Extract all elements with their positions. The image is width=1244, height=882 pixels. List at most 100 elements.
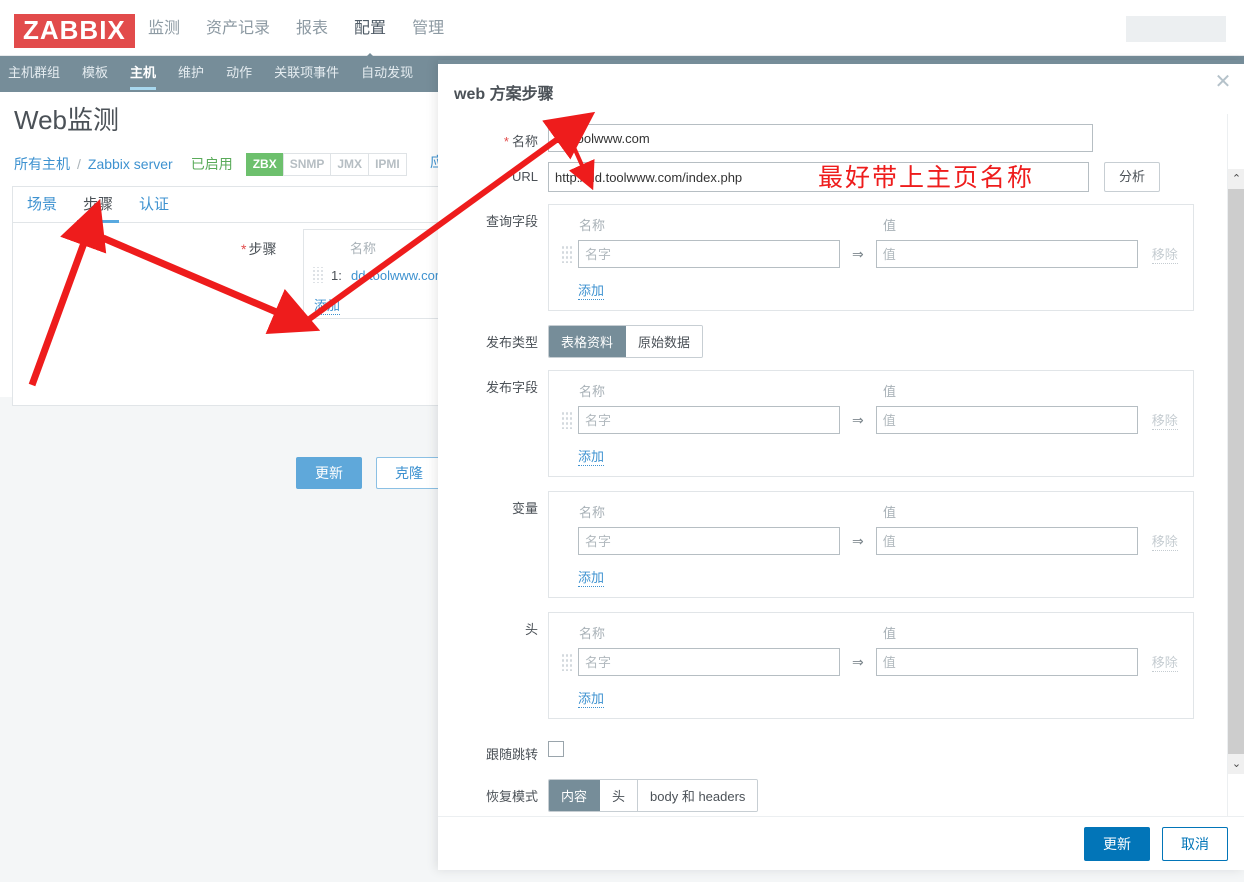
query-fields-header: 名称 值 — [561, 215, 1181, 234]
post-type-option-raw-data[interactable]: 原始数据 — [626, 326, 703, 357]
field-row-url: URL 分析 — [438, 162, 1244, 192]
step-name-link[interactable]: dd.toolwww.com — [351, 268, 446, 283]
dialog-update-button[interactable]: 更新 — [1084, 826, 1150, 861]
headers-add-link[interactable]: 添加 — [578, 688, 605, 708]
subnav-item-hosts[interactable]: 主机 — [130, 56, 157, 92]
query-fields-add-link[interactable]: 添加 — [578, 280, 605, 300]
post-fields-control: 名称 值 ⇒ 移除 添加 — [548, 370, 1220, 477]
retrieve-mode-option-body[interactable]: 内容 — [549, 780, 601, 811]
host-interface-badges: ZBX SNMP JMX IPMI — [245, 152, 407, 176]
step-index: 1: — [331, 267, 342, 283]
breadcrumb-host[interactable]: Zabbix server — [88, 156, 173, 172]
tab-scenario[interactable]: 场景 — [27, 193, 57, 222]
subnav-item-discovery[interactable]: 自动发现 — [361, 56, 413, 92]
breadcrumb-separator: / — [77, 156, 81, 172]
query-fields-box: 名称 值 ⇒ 移除 添加 — [548, 204, 1194, 311]
query-field-remove-link[interactable]: 移除 — [1151, 244, 1178, 264]
header-value-input[interactable] — [875, 648, 1138, 676]
global-search-input[interactable] — [1126, 16, 1226, 42]
query-field-value-input[interactable] — [875, 240, 1138, 268]
nav-item-inventory[interactable]: 资产记录 — [206, 18, 270, 42]
retrieve-mode-option-headers[interactable]: 头 — [600, 780, 639, 811]
nav-item-administration[interactable]: 管理 — [412, 18, 444, 42]
badge-ipmi[interactable]: IPMI — [368, 152, 407, 176]
nav-item-configuration[interactable]: 配置 — [354, 18, 386, 42]
post-field-name-input[interactable] — [578, 406, 840, 434]
subnav-item-actions[interactable]: 动作 — [226, 56, 252, 92]
post-field-value-input[interactable] — [875, 406, 1138, 434]
query-field-name-input[interactable] — [578, 240, 840, 268]
follow-redirects-checkbox[interactable] — [548, 741, 564, 757]
variables-control: 名称 值 ⇒ 移除 添加 — [548, 491, 1220, 598]
url-input[interactable] — [548, 162, 1089, 192]
post-fields-col-name: 名称 — [579, 384, 606, 399]
dialog-cancel-button[interactable]: 取消 — [1162, 826, 1228, 861]
header-name-input[interactable] — [578, 648, 840, 676]
breadcrumb: 所有主机 / Zabbix server 已启用 ZBX SNMP JMX IP… — [14, 152, 407, 176]
post-fields-header: 名称 值 — [561, 381, 1181, 400]
badge-snmp[interactable]: SNMP — [282, 152, 332, 176]
required-mark: * — [503, 134, 509, 149]
headers-label: 头 — [524, 622, 538, 637]
update-button[interactable]: 更新 — [296, 457, 362, 489]
parse-button[interactable]: 分析 — [1104, 162, 1161, 192]
subnav-item-maintenance[interactable]: 维护 — [178, 56, 204, 92]
variables-box: 名称 值 ⇒ 移除 添加 — [548, 491, 1194, 598]
scroll-up-icon[interactable]: ⌃ — [1228, 169, 1244, 189]
retrieve-mode-segmented: 内容 头 body 和 headers — [548, 779, 759, 812]
retrieve-mode-option-body-and-headers[interactable]: body 和 headers — [638, 780, 758, 811]
subnav-item-correlation[interactable]: 关联项事件 — [274, 56, 339, 92]
follow-redirects-label: 跟随跳转 — [485, 747, 538, 762]
post-type-option-form-data[interactable]: 表格资料 — [549, 326, 627, 357]
dialog-scrollbar[interactable]: ⌃ ⌄ — [1227, 114, 1244, 816]
tab-authentication[interactable]: 认证 — [139, 193, 169, 222]
post-type-label: 发布类型 — [485, 335, 538, 350]
post-field-remove-link[interactable]: 移除 — [1151, 410, 1178, 430]
variables-col-value: 值 — [883, 505, 897, 520]
required-mark: * — [241, 241, 247, 257]
name-label: * 名称 — [438, 124, 548, 150]
drag-handle-icon[interactable] — [312, 267, 323, 283]
nav-item-monitoring[interactable]: 监测 — [148, 18, 180, 42]
badge-jmx[interactable]: JMX — [330, 152, 370, 176]
header-remove-link[interactable]: 移除 — [1151, 652, 1178, 672]
variable-name-input[interactable] — [578, 527, 840, 555]
retrieve-mode-control: 内容 头 body 和 headers — [548, 779, 1220, 816]
tab-steps[interactable]: 步骤 — [77, 193, 120, 223]
drag-handle-icon[interactable] — [561, 653, 572, 671]
close-icon[interactable]: ✕ — [1212, 72, 1234, 94]
zabbix-logo[interactable]: ZABBIX — [14, 14, 135, 48]
url-label: URL — [511, 169, 538, 184]
steps-add-link[interactable]: 添加 — [314, 295, 341, 315]
drag-handle-icon[interactable] — [561, 245, 572, 263]
headers-col-name: 名称 — [579, 626, 606, 641]
variable-value-input[interactable] — [875, 527, 1138, 555]
breadcrumb-all-hosts[interactable]: 所有主机 — [14, 154, 70, 174]
maps-to-icon: ⇒ — [852, 653, 864, 670]
name-input[interactable] — [548, 124, 1093, 152]
dialog-footer: 更新 取消 — [438, 816, 1244, 870]
headers-control: 名称 值 ⇒ 移除 添加 — [548, 612, 1220, 719]
badge-zbx[interactable]: ZBX — [245, 152, 284, 176]
maps-to-icon: ⇒ — [852, 411, 864, 428]
dialog-title: web 方案步骤 — [454, 86, 554, 103]
field-row-query-fields: 查询字段 名称 值 ⇒ 移除 — [438, 204, 1244, 311]
subnav-item-templates[interactable]: 模板 — [82, 56, 108, 92]
variables-row: ⇒ 移除 — [561, 527, 1181, 555]
post-type-control: 表格资料 原始数据 — [548, 325, 1220, 358]
dialog-body: *名称 URL 分析 查询字段 — [438, 114, 1244, 816]
scrollbar-thumb[interactable] — [1228, 189, 1244, 754]
scroll-down-icon[interactable]: ⌄ — [1228, 754, 1244, 774]
variables-label: 变量 — [511, 501, 538, 516]
url-control: 分析 — [548, 162, 1220, 192]
drag-handle-icon[interactable] — [561, 411, 572, 429]
field-row-name: * 名称 — [438, 124, 1244, 152]
variable-remove-link[interactable]: 移除 — [1151, 531, 1178, 551]
nav-item-reports[interactable]: 报表 — [296, 18, 328, 42]
clone-button[interactable]: 克隆 — [376, 457, 442, 489]
headers-row: ⇒ 移除 — [561, 648, 1181, 676]
post-fields-add-link[interactable]: 添加 — [578, 446, 605, 466]
variables-add-link[interactable]: 添加 — [578, 567, 605, 587]
subnav-item-host-groups[interactable]: 主机群组 — [8, 56, 60, 92]
page-title: Web监测 — [14, 105, 119, 135]
